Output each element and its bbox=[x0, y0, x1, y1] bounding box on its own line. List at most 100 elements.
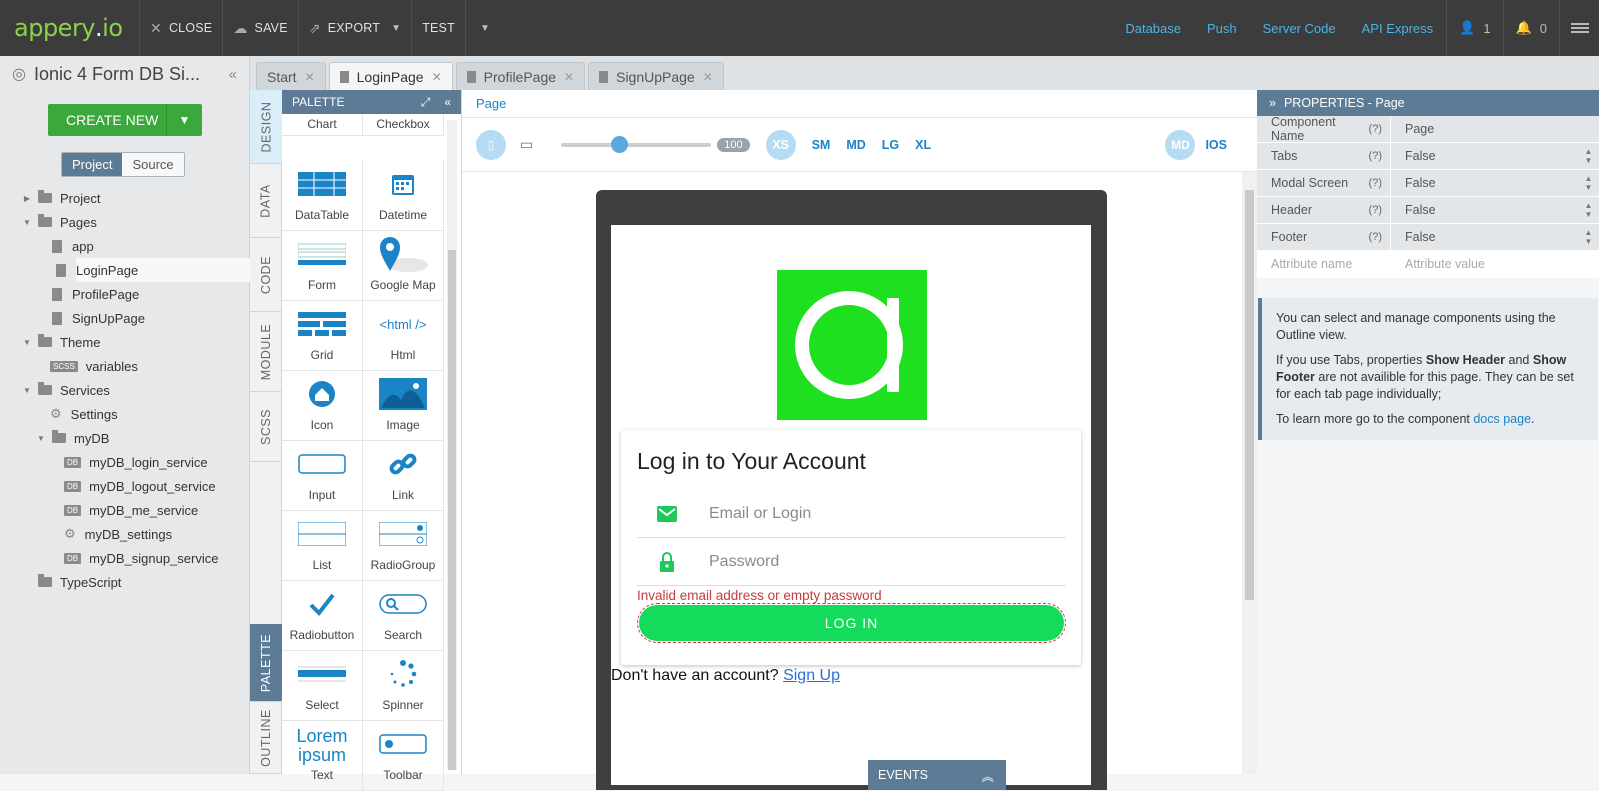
tab-design[interactable]: DESIGN bbox=[250, 90, 282, 164]
api-express-link[interactable]: API Express bbox=[1349, 21, 1447, 36]
app-logo[interactable] bbox=[777, 270, 927, 420]
tree-item-signuppage[interactable]: SignUpPage bbox=[0, 306, 250, 330]
palette-item-link[interactable]: Link bbox=[363, 440, 444, 511]
tree-item-mydb-settings[interactable]: ⚙ myDB_settings bbox=[0, 522, 250, 546]
palette-item-radiobutton[interactable]: Radiobutton bbox=[282, 580, 363, 651]
expand-arrow-icon[interactable]: ▼ bbox=[22, 338, 32, 347]
palette-item-search[interactable]: Search bbox=[363, 580, 444, 651]
tab-signuppage[interactable]: SignUpPage ✕ bbox=[588, 62, 724, 90]
notifications-indicator[interactable]: 🔔 0 bbox=[1502, 0, 1559, 56]
users-indicator[interactable]: 👤 1 bbox=[1446, 0, 1502, 56]
expand-arrow-icon[interactable]: ▼ bbox=[22, 386, 32, 395]
test-dropdown-button[interactable]: ▼ bbox=[466, 0, 500, 56]
close-button[interactable]: ✕ CLOSE bbox=[140, 0, 224, 56]
collapse-icon[interactable]: « bbox=[444, 95, 451, 110]
palette-item-form[interactable]: Form bbox=[282, 230, 363, 301]
close-icon[interactable]: ✕ bbox=[703, 70, 713, 84]
tree-item-loginpage[interactable]: LoginPage bbox=[0, 258, 250, 282]
attribute-name-input[interactable]: Attribute name bbox=[1257, 251, 1391, 277]
palette-scrollbar[interactable] bbox=[447, 120, 457, 770]
breakpoint-sm[interactable]: SM bbox=[812, 138, 831, 152]
slider-knob[interactable] bbox=[611, 135, 629, 153]
palette-item-input[interactable]: Input bbox=[282, 440, 363, 511]
help-icon[interactable]: (?) bbox=[1369, 123, 1382, 135]
tab-loginpage[interactable]: LoginPage ✕ bbox=[328, 62, 453, 90]
tab-profilepage[interactable]: ProfilePage ✕ bbox=[455, 62, 586, 90]
appery-logo[interactable]: appery. io bbox=[0, 0, 140, 56]
help-icon[interactable]: (?) bbox=[1369, 231, 1382, 243]
source-tab[interactable]: Source bbox=[122, 153, 184, 176]
tree-item-mydb-me-service[interactable]: DB myDB_me_service bbox=[0, 498, 250, 522]
palette-item-grid[interactable]: Grid bbox=[282, 300, 363, 371]
export-button[interactable]: ⇗ EXPORT ▼ bbox=[299, 0, 413, 56]
tree-item-mydb-signup-service[interactable]: DB myDB_signup_service bbox=[0, 546, 250, 570]
tree-item-services[interactable]: ▼ Services bbox=[0, 378, 250, 402]
tab-outline[interactable]: OUTLINE bbox=[250, 702, 282, 774]
test-button[interactable]: TEST bbox=[412, 0, 466, 56]
palette-item-list[interactable]: List bbox=[282, 510, 363, 581]
tablet-landscape-icon[interactable]: ▭ bbox=[520, 136, 533, 153]
tab-palette[interactable]: PALETTE bbox=[250, 624, 282, 702]
tab-start[interactable]: Start ✕ bbox=[256, 62, 326, 90]
close-icon[interactable]: ✕ bbox=[305, 70, 315, 84]
password-field[interactable]: Password bbox=[637, 538, 1066, 586]
palette-item-image[interactable]: Image bbox=[363, 370, 444, 441]
property-select[interactable]: False ▲▼ bbox=[1391, 170, 1599, 196]
tree-item-theme[interactable]: ▼ Theme bbox=[0, 330, 250, 354]
palette-item-select[interactable]: Select bbox=[282, 650, 363, 721]
palette-item-spinner[interactable]: Spinner bbox=[363, 650, 444, 721]
create-new-button[interactable]: CREATE NEW ▼ bbox=[48, 104, 202, 136]
login-button[interactable]: LOG IN bbox=[637, 603, 1066, 643]
save-button[interactable]: ☁ SAVE bbox=[223, 0, 299, 56]
help-icon[interactable]: (?) bbox=[1369, 204, 1382, 216]
palette-item-chart[interactable]: Chart bbox=[282, 114, 363, 136]
property-select[interactable]: False ▲▼ bbox=[1391, 224, 1599, 250]
tree-item-mydb[interactable]: ▼ myDB bbox=[0, 426, 250, 450]
tree-item-project[interactable]: ▶ Project bbox=[0, 186, 250, 210]
breakpoint-lg[interactable]: LG bbox=[882, 138, 899, 152]
platform-md[interactable]: MD bbox=[1165, 129, 1196, 160]
signup-link[interactable]: Sign Up bbox=[783, 667, 840, 684]
help-icon[interactable]: (?) bbox=[1369, 150, 1382, 162]
expand-arrow-icon[interactable]: ▼ bbox=[22, 218, 32, 227]
menu-button[interactable] bbox=[1559, 0, 1599, 56]
database-link[interactable]: Database bbox=[1112, 21, 1194, 36]
property-value[interactable]: Page bbox=[1391, 116, 1599, 142]
attribute-value-input[interactable]: Attribute value bbox=[1391, 251, 1599, 277]
tree-item-pages[interactable]: ▼ Pages bbox=[0, 210, 250, 234]
palette-item-radiogroup[interactable]: RadioGroup bbox=[363, 510, 444, 581]
tab-data[interactable]: DATA bbox=[250, 164, 282, 238]
email-field[interactable]: Email or Login bbox=[637, 490, 1066, 538]
expand-arrow-icon[interactable]: ▶ bbox=[22, 194, 32, 203]
tab-code[interactable]: CODE bbox=[250, 238, 282, 312]
breakpoint-xs[interactable]: XS bbox=[765, 129, 796, 160]
tab-scss[interactable]: SCSS bbox=[250, 392, 282, 462]
palette-item-checkbox[interactable]: Checkbox bbox=[363, 114, 444, 136]
expand-arrow-icon[interactable]: ▼ bbox=[36, 434, 46, 443]
tree-item-settings[interactable]: ⚙ Settings bbox=[0, 402, 250, 426]
tab-module[interactable]: MODULE bbox=[250, 312, 282, 392]
tree-item-mydb-logout-service[interactable]: DB myDB_logout_service bbox=[0, 474, 250, 498]
property-select[interactable]: False ▲▼ bbox=[1391, 197, 1599, 223]
server-code-link[interactable]: Server Code bbox=[1250, 21, 1349, 36]
project-tab[interactable]: Project bbox=[62, 153, 123, 176]
expand-icon[interactable]: ⤢ bbox=[421, 95, 431, 110]
breadcrumb[interactable]: Page bbox=[462, 90, 1257, 118]
palette-item-datetime[interactable]: Datetime bbox=[363, 160, 444, 231]
palette-item-toolbar[interactable]: Toolbar bbox=[363, 720, 444, 791]
palette-item-icon[interactable]: Icon bbox=[282, 370, 363, 441]
palette-item-text[interactable]: Lorem ipsum Text bbox=[282, 720, 363, 791]
collapse-panel-icon[interactable]: « bbox=[229, 66, 237, 83]
canvas-scrollbar[interactable] bbox=[1242, 172, 1257, 774]
tree-item-mydb-login-service[interactable]: DB myDB_login_service bbox=[0, 450, 250, 474]
close-icon[interactable]: ✕ bbox=[564, 70, 574, 84]
events-panel-toggle[interactable]: EVENTS ︽ bbox=[868, 760, 1006, 790]
tree-item-app[interactable]: app bbox=[0, 234, 250, 258]
property-select[interactable]: False ▲▼ bbox=[1391, 143, 1599, 169]
breakpoint-md[interactable]: MD bbox=[846, 138, 865, 152]
close-icon[interactable]: ✕ bbox=[432, 70, 442, 84]
zoom-slider[interactable] bbox=[561, 135, 712, 153]
breakpoint-xl[interactable]: XL bbox=[915, 138, 931, 152]
platform-ios[interactable]: IOS bbox=[1205, 138, 1227, 152]
chevron-down-icon[interactable]: ▼ bbox=[166, 104, 202, 136]
